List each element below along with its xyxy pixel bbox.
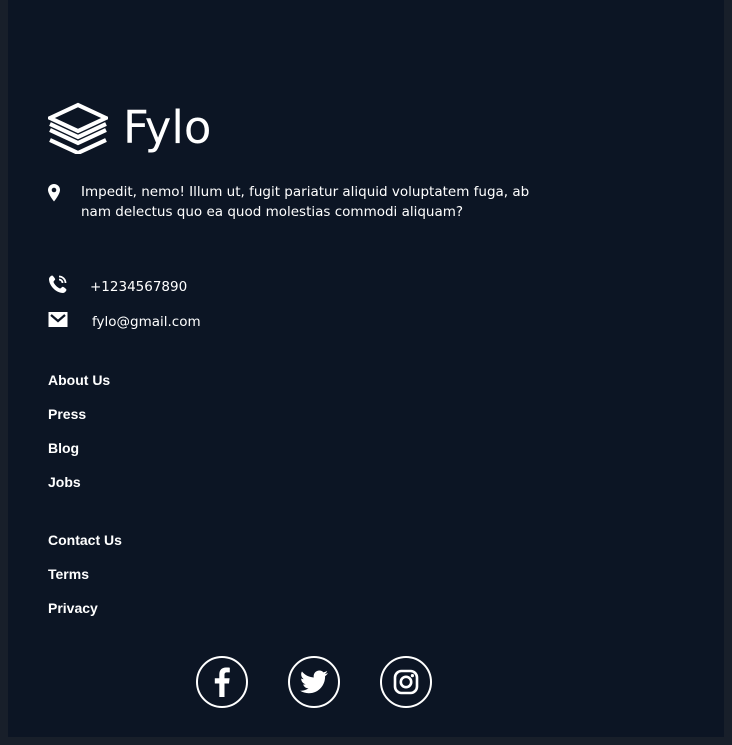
address: Impedit, nemo! Illum ut, fugit pariatur … <box>48 182 568 222</box>
facebook-icon <box>214 667 230 697</box>
social-links <box>196 656 432 708</box>
footer: Fylo Impedit, nemo! Illum ut, fugit pari… <box>8 0 724 737</box>
twitter-button[interactable] <box>288 656 340 708</box>
instagram-button[interactable] <box>380 656 432 708</box>
link-press[interactable]: Press <box>48 406 110 440</box>
phone-icon <box>48 274 68 294</box>
location-pin-icon <box>48 184 60 202</box>
link-jobs[interactable]: Jobs <box>48 474 110 508</box>
footer-links-company: About Us Press Blog Jobs <box>48 372 110 508</box>
instagram-icon <box>393 669 419 695</box>
phone-number: +1234567890 <box>90 279 188 295</box>
brand-logo[interactable]: Fylo <box>48 102 211 154</box>
twitter-icon <box>300 670 328 694</box>
footer-links-info: Contact Us Terms Privacy <box>48 532 122 634</box>
email-address: fylo@gmail.com <box>92 314 201 330</box>
envelope-icon <box>48 310 68 330</box>
link-terms[interactable]: Terms <box>48 566 122 600</box>
address-text: Impedit, nemo! Illum ut, fugit pariatur … <box>81 184 530 220</box>
email-contact[interactable]: fylo@gmail.com <box>48 310 201 330</box>
brand-name: Fylo <box>123 101 212 154</box>
facebook-button[interactable] <box>196 656 248 708</box>
link-privacy[interactable]: Privacy <box>48 600 122 634</box>
stacked-layers-icon <box>48 102 108 154</box>
link-contact-us[interactable]: Contact Us <box>48 532 122 566</box>
link-about-us[interactable]: About Us <box>48 372 110 406</box>
phone-contact[interactable]: +1234567890 <box>48 273 187 295</box>
link-blog[interactable]: Blog <box>48 440 110 474</box>
